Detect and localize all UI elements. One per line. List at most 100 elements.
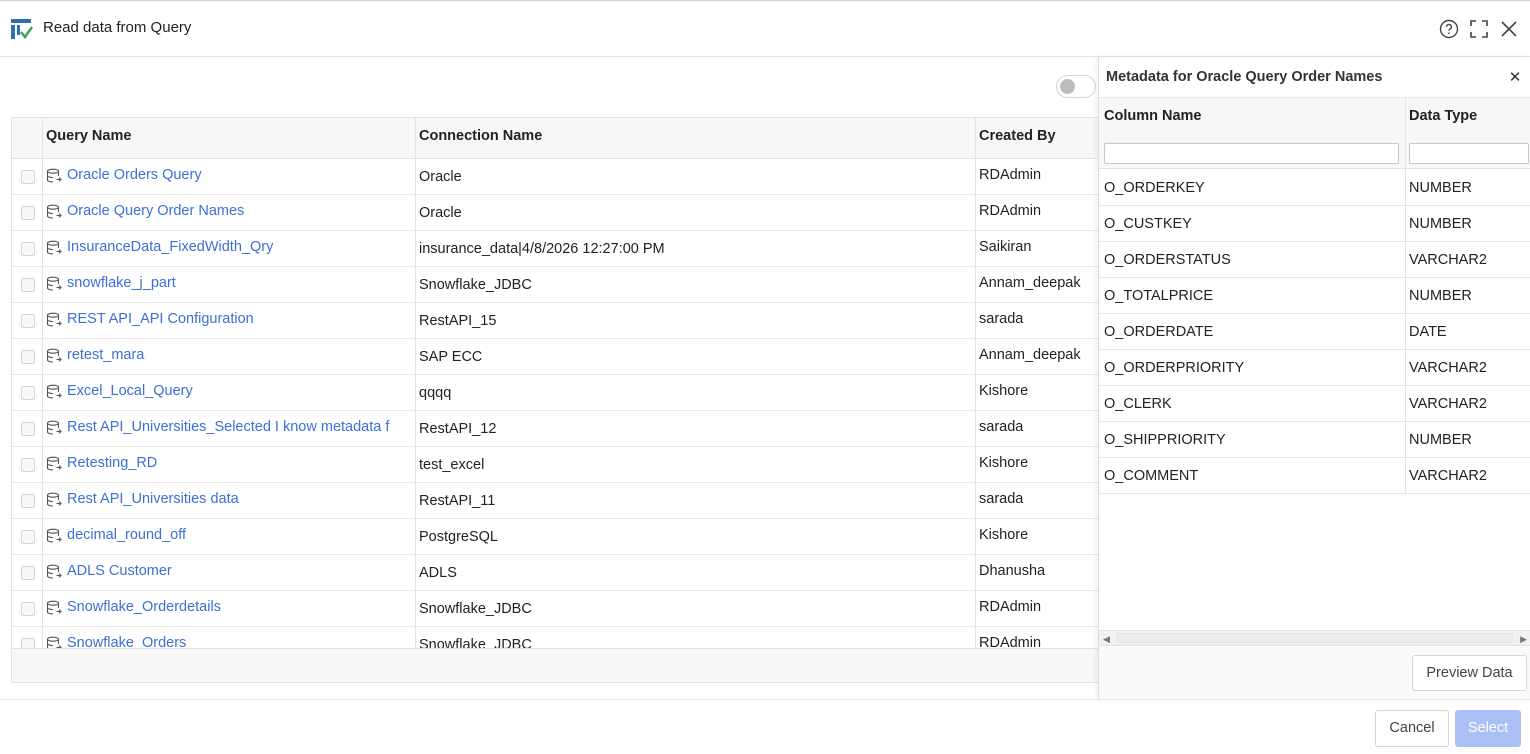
connection-name-cell: RestAPI_12 <box>419 421 497 437</box>
help-icon[interactable] <box>1438 18 1460 40</box>
created-by-cell: Annam_deepak <box>979 275 1081 291</box>
row-checkbox[interactable] <box>21 278 35 292</box>
horizontal-scrollbar[interactable]: ◀ ▶ <box>1099 630 1530 646</box>
row-checkbox[interactable] <box>21 566 35 580</box>
row-checkbox[interactable] <box>21 350 35 364</box>
view-toggle[interactable] <box>1056 75 1096 98</box>
row-checkbox[interactable] <box>21 530 35 544</box>
row-checkbox[interactable] <box>21 494 35 508</box>
created-by-cell: RDAdmin <box>979 599 1042 615</box>
connection-name-cell: Snowflake_JDBC <box>419 637 532 648</box>
row-checkbox[interactable] <box>21 170 35 184</box>
query-name-link[interactable]: Retesting_RD <box>67 455 415 471</box>
query-name-link[interactable]: Rest API_Universities data <box>67 491 415 507</box>
query-name-link[interactable]: REST API_API Configuration <box>67 311 415 327</box>
query-name-link[interactable]: InsuranceData_FixedWidth_Qry <box>67 239 415 255</box>
created-by-cell: Kishore <box>979 527 1029 543</box>
query-icon <box>46 564 62 580</box>
connection-name-cell: Oracle <box>419 205 462 221</box>
column-header-data-type[interactable]: Data Type <box>1409 108 1477 124</box>
row-checkbox[interactable] <box>21 242 35 256</box>
query-name-link[interactable]: Excel_Local_Query <box>67 383 415 399</box>
query-icon <box>46 600 62 616</box>
table-row[interactable]: Oracle Query Order Names Oracle RDAdmin <box>12 195 1100 231</box>
query-name-link[interactable]: retest_mara <box>67 347 415 363</box>
metadata-row[interactable]: O_ORDERDATE DATE <box>1099 314 1530 350</box>
table-row[interactable]: decimal_round_off PostgreSQL Kishore <box>12 519 1100 555</box>
column-header-connection-name[interactable]: Connection Name <box>419 118 542 159</box>
dialog-footer: Cancel Select <box>0 699 1530 754</box>
query-icon <box>46 384 62 400</box>
cancel-button[interactable]: Cancel <box>1375 710 1449 747</box>
created-by-cell: Annam_deepak <box>979 347 1081 363</box>
query-name-link[interactable]: decimal_round_off <box>67 527 415 543</box>
query-name-link[interactable]: snowflake_j_part <box>67 275 415 291</box>
created-by-cell: RDAdmin <box>979 635 1042 648</box>
table-row[interactable]: ADLS Customer ADLS Dhanusha <box>12 555 1100 591</box>
connection-name-cell: insurance_data|4/8/2026 12:27:00 PM <box>419 241 665 257</box>
metadata-panel: Metadata for Oracle Query Order Names ✕ … <box>1098 57 1530 699</box>
metadata-row[interactable]: O_COMMENT VARCHAR2 <box>1099 458 1530 494</box>
data-type-cell: NUMBER <box>1409 432 1472 448</box>
scroll-right-icon[interactable]: ▶ <box>1520 634 1527 645</box>
query-icon <box>46 528 62 544</box>
data-type-filter-input[interactable] <box>1409 143 1529 164</box>
query-name-link[interactable]: Oracle Orders Query <box>67 167 415 183</box>
metadata-row[interactable]: O_CLERK VARCHAR2 <box>1099 386 1530 422</box>
query-icon <box>46 636 62 648</box>
table-row[interactable]: Snowflake_Orderdetails Snowflake_JDBC RDAd… <box>12 591 1100 627</box>
grid-footer <box>12 648 1100 682</box>
query-name-link[interactable]: ADLS Customer <box>67 563 415 579</box>
scroll-left-icon[interactable]: ◀ <box>1103 634 1110 645</box>
query-name-link[interactable]: Snowflake_Orderdetails <box>67 599 415 615</box>
close-icon[interactable] <box>1498 18 1520 40</box>
row-checkbox[interactable] <box>21 422 35 436</box>
table-row[interactable]: Oracle Orders Query Oracle RDAdmin <box>12 159 1100 195</box>
query-name-link[interactable]: Oracle Query Order Names <box>67 203 415 219</box>
column-header-column-name[interactable]: Column Name <box>1104 108 1202 124</box>
table-row[interactable]: Rest API_Universities_Selected I know me… <box>12 411 1100 447</box>
table-row[interactable]: REST API_API Configuration RestAPI_15 sara… <box>12 303 1100 339</box>
table-row[interactable]: snowflake_j_part Snowflake_JDBC Annam_deep… <box>12 267 1100 303</box>
column-header-query-name[interactable]: Query Name <box>46 118 131 159</box>
grid-header: Query Name Connection Name Created By <box>12 118 1100 159</box>
select-button[interactable]: Select <box>1455 710 1521 747</box>
metadata-row[interactable]: O_ORDERSTATUS VARCHAR2 <box>1099 242 1530 278</box>
dialog-header: Read data from Query <box>0 0 1530 57</box>
column-divider <box>975 118 976 648</box>
created-by-cell: sarada <box>979 419 1024 435</box>
row-checkbox[interactable] <box>21 602 35 616</box>
column-name-cell: O_TOTALPRICE <box>1104 288 1214 304</box>
row-checkbox[interactable] <box>21 638 35 648</box>
maximize-icon[interactable] <box>1468 18 1490 40</box>
metadata-panel-footer: Preview Data <box>1099 647 1530 699</box>
connection-name-cell: Snowflake_JDBC <box>419 277 532 293</box>
metadata-row[interactable]: O_ORDERKEY NUMBER <box>1099 170 1530 206</box>
metadata-row[interactable]: O_TOTALPRICE NUMBER <box>1099 278 1530 314</box>
scrollbar-thumb[interactable] <box>1117 633 1513 643</box>
table-row[interactable]: Snowflake_Orders Snowflake_JDBC RDAdmin <box>12 627 1100 648</box>
table-row[interactable]: Retesting_RD test_excel Kishore <box>12 447 1100 483</box>
grid-body: Oracle Orders Query Oracle RDAdmin Oracle Q… <box>12 159 1100 648</box>
row-checkbox[interactable] <box>21 458 35 472</box>
toggle-knob <box>1060 79 1075 94</box>
query-icon <box>46 456 62 472</box>
table-row[interactable]: Rest API_Universities data RestAPI_11 sara… <box>12 483 1100 519</box>
metadata-row[interactable]: O_ORDERPRIORITY VARCHAR2 <box>1099 350 1530 386</box>
column-name-cell: O_ORDERKEY <box>1104 180 1205 196</box>
preview-data-button[interactable]: Preview Data <box>1412 655 1527 691</box>
row-checkbox[interactable] <box>21 206 35 220</box>
dialog-title: Read data from Query <box>43 19 192 36</box>
column-name-filter-input[interactable] <box>1104 143 1399 164</box>
row-checkbox[interactable] <box>21 386 35 400</box>
metadata-row[interactable]: O_SHIPPRIORITY NUMBER <box>1099 422 1530 458</box>
row-checkbox[interactable] <box>21 314 35 328</box>
metadata-row[interactable]: O_CUSTKEY NUMBER <box>1099 206 1530 242</box>
table-row[interactable]: retest_mara SAP ECC Annam_deepak <box>12 339 1100 375</box>
close-icon[interactable]: ✕ <box>1507 69 1523 87</box>
query-name-link[interactable]: Snowflake_Orders <box>67 635 415 648</box>
query-name-link[interactable]: Rest API_Universities_Selected I know me… <box>67 419 415 435</box>
table-row[interactable]: Excel_Local_Query qqqq Kishore <box>12 375 1100 411</box>
column-header-created-by[interactable]: Created By <box>979 118 1056 159</box>
table-row[interactable]: InsuranceData_FixedWidth_Qry insurance_da… <box>12 231 1100 267</box>
